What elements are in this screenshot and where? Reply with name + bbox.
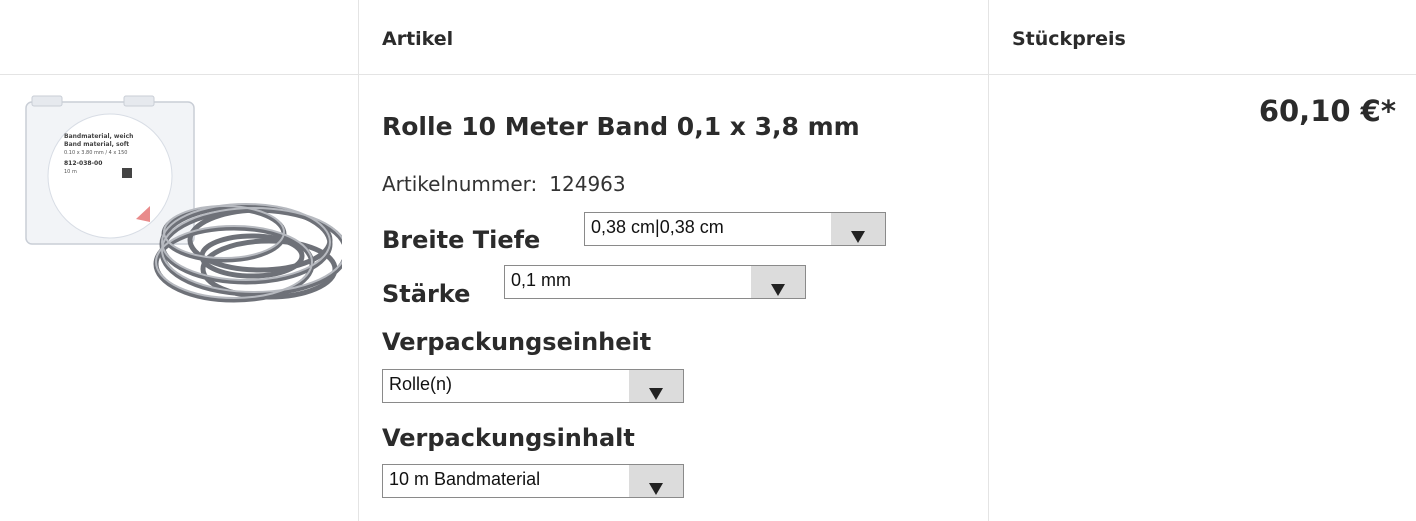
product-image[interactable]: Bandmaterial, weich Band material, soft … xyxy=(24,94,342,326)
article-number-value: 124963 xyxy=(549,172,626,196)
column-divider xyxy=(988,0,989,521)
article-number-label: Artikelnummer: xyxy=(382,172,538,196)
product-title[interactable]: Rolle 10 Meter Band 0,1 x 3,8 mm xyxy=(382,112,860,141)
dropdown-button[interactable] xyxy=(629,370,683,402)
svg-text:Band material, soft: Band material, soft xyxy=(64,141,129,148)
cart-table: Artikel Stückpreis Bandmaterial, weich B… xyxy=(0,0,1416,521)
table-header xyxy=(0,0,1416,75)
chevron-down-icon xyxy=(851,231,865,243)
thickness-select-value: 0,1 mm xyxy=(511,270,572,290)
width-depth-select[interactable]: 0,38 cm|0,38 cm xyxy=(584,212,886,246)
packaging-unit-select-value: Rolle(n) xyxy=(389,374,453,394)
chevron-down-icon xyxy=(649,483,663,495)
header-unit-price: Stückpreis xyxy=(1012,28,1126,50)
option-label-packaging-unit: Verpackungseinheit xyxy=(382,328,652,356)
chevron-down-icon xyxy=(649,388,663,400)
column-divider xyxy=(358,0,359,521)
svg-text:0.10 x 3.80 mm / 4 x 150: 0.10 x 3.80 mm / 4 x 150 xyxy=(64,150,127,156)
svg-text:10 m: 10 m xyxy=(64,169,77,175)
svg-text:Bandmaterial, weich: Bandmaterial, weich xyxy=(64,133,133,140)
chevron-down-icon xyxy=(771,284,785,296)
thickness-select[interactable]: 0,1 mm xyxy=(504,265,806,299)
header-article: Artikel xyxy=(382,28,454,50)
unit-price: 60,10 €* xyxy=(1258,94,1396,128)
packaging-unit-select[interactable]: Rolle(n) xyxy=(382,369,684,403)
packaging-content-select-value: 10 m Bandmaterial xyxy=(389,469,541,489)
packaging-content-select[interactable]: 10 m Bandmaterial xyxy=(382,464,684,498)
article-number: Artikelnummer: 124963 xyxy=(382,172,626,196)
width-depth-select-value: 0,38 cm|0,38 cm xyxy=(591,217,724,237)
dropdown-button[interactable] xyxy=(831,213,885,245)
option-label-width-depth: Breite Tiefe xyxy=(382,226,541,254)
svg-text:812-038-00: 812-038-00 xyxy=(64,160,102,167)
option-label-thickness: Stärke xyxy=(382,280,471,308)
dropdown-button[interactable] xyxy=(751,266,805,298)
dropdown-button[interactable] xyxy=(629,465,683,497)
option-label-packaging-content: Verpackungsinhalt xyxy=(382,424,635,452)
